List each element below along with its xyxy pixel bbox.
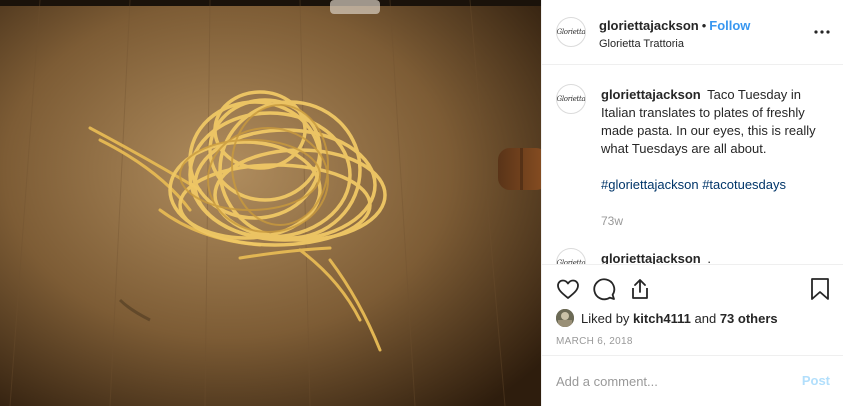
header-username[interactable]: gloriettajackson (599, 18, 699, 33)
liker-avatar[interactable] (556, 309, 574, 327)
liked-by-prefix: Liked by (581, 310, 630, 326)
hashtags: #gloriettajackson #tacotuesdays (601, 176, 829, 194)
hashtag-link[interactable]: #tacotuesdays (702, 177, 786, 192)
heart-icon[interactable] (556, 277, 580, 301)
hashtag-link[interactable]: #gloriettajackson (601, 177, 699, 192)
more-icon[interactable] (814, 24, 830, 40)
comment-icon[interactable] (592, 277, 616, 301)
comment-text: . (707, 251, 711, 264)
post-header: Glorietta gloriettajackson • Follow Glorie… (542, 0, 843, 65)
liker-username[interactable]: kitch4111 (633, 311, 691, 326)
follow-button[interactable]: Follow (709, 18, 750, 33)
caption-username[interactable]: gloriettajackson (601, 87, 701, 102)
post-button[interactable]: Post (802, 373, 830, 388)
likes-and: and (694, 310, 717, 326)
comment-username[interactable]: gloriettajackson (601, 251, 701, 264)
comment-input[interactable] (556, 371, 786, 391)
likes-summary: Liked by kitch4111 and 73 others (556, 309, 778, 327)
avatar-logo: Glorietta (556, 95, 586, 103)
post-date[interactable]: MARCH 6, 2018 (556, 336, 633, 347)
comments-list[interactable]: Glorietta gloriettajackson Taco Tuesday … (542, 66, 843, 264)
location-link[interactable]: Glorietta Trattoria (599, 38, 750, 50)
likes-others-link[interactable]: 73 others (720, 311, 778, 326)
share-icon[interactable] (628, 277, 652, 301)
post-photo[interactable] (0, 0, 541, 406)
separator-dot: • (701, 18, 707, 33)
avatar[interactable]: Glorietta (556, 17, 586, 47)
avatar[interactable]: Glorietta (556, 84, 586, 114)
comment-time[interactable]: 73w (601, 212, 829, 230)
pasta-photo (0, 0, 541, 406)
avatar[interactable]: Glorietta (556, 248, 586, 264)
avatar-logo: Glorietta (556, 28, 586, 36)
add-comment-bar: Post (542, 357, 843, 406)
post-details-panel: Glorietta gloriettajackson • Follow Glorie… (541, 0, 843, 406)
caption-body: gloriettajackson Taco Tuesday in Italian… (601, 86, 829, 230)
header-text: gloriettajackson • Follow Glorietta Tratto… (599, 17, 750, 50)
bookmark-icon[interactable] (808, 277, 832, 301)
comment-body: gloriettajackson . (601, 250, 829, 264)
post-actions: Liked by kitch4111 and 73 others MARCH 6… (542, 264, 843, 356)
